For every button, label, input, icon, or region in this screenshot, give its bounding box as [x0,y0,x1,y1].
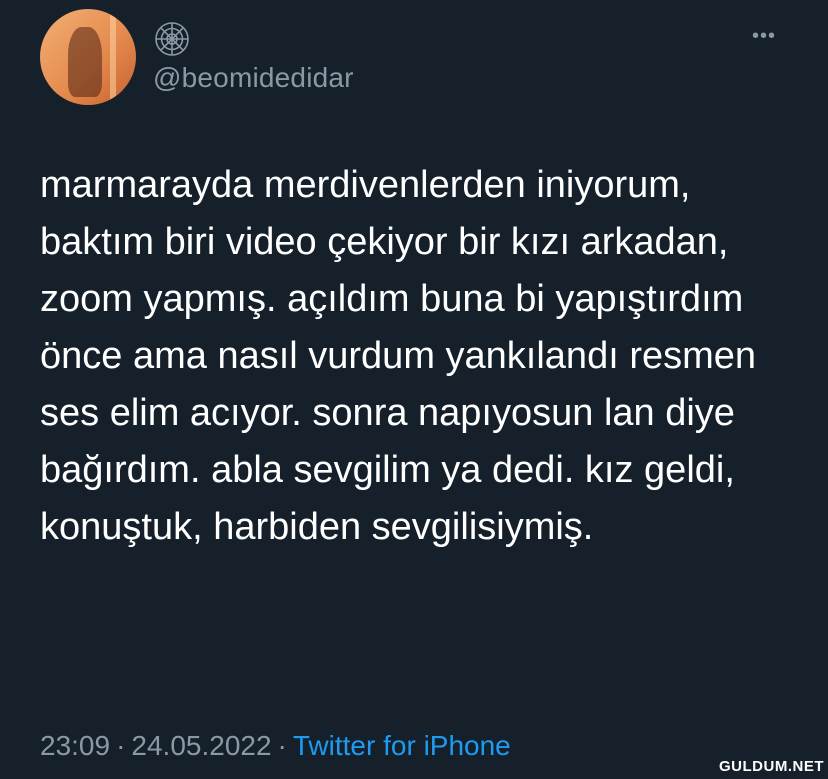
user-handle[interactable]: @beomidedidar [153,62,354,94]
site-watermark: GULDUM.NET [719,758,824,775]
tweet-time[interactable]: 23:09 [40,730,110,761]
meta-separator: · [277,730,287,761]
tweet-date[interactable]: 24.05.2022 [131,730,271,761]
meta-separator: · [116,730,126,761]
tweet-meta: 23:09 · 24.05.2022 · Twitter for iPhone [40,730,511,762]
more-options-icon[interactable]: ••• [752,26,776,46]
avatar[interactable] [40,9,136,105]
avatar-silhouette [68,27,102,97]
tweet-text: marmarayda merdivenlerden iniyorum, bakt… [40,164,757,548]
spider-web-icon [155,22,189,56]
avatar-light-streak [110,9,116,105]
tweet-source-link[interactable]: Twitter for iPhone [293,730,511,761]
